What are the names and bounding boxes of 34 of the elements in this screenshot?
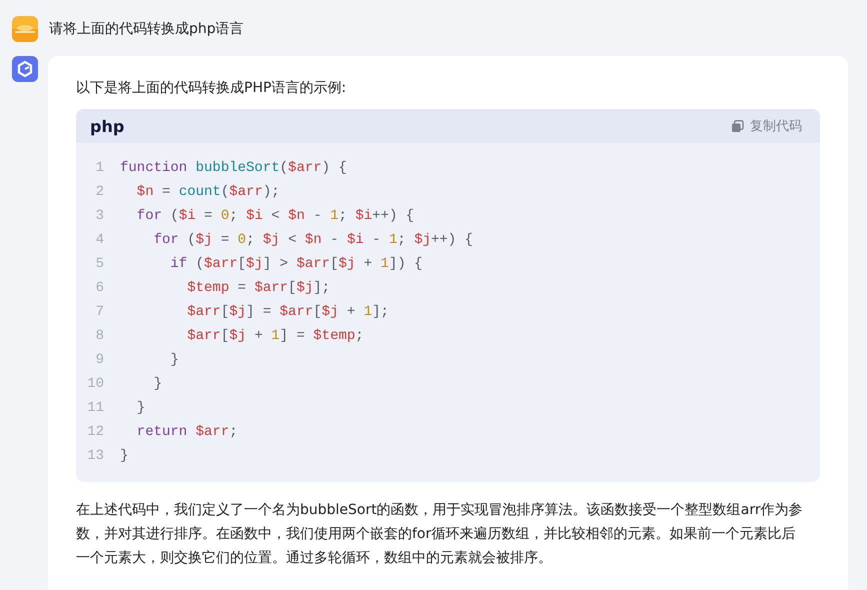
line-number: 9 [94, 352, 105, 368]
code-line: return $arr; [136, 424, 238, 440]
line-number: 4 [94, 232, 105, 248]
line-number: 6 [94, 280, 105, 296]
code-line: $temp = $arr[$j]; [186, 280, 330, 296]
code-line: $arr[$j] = $arr[$j + 1]; [186, 304, 389, 320]
line-number: 2 [94, 184, 105, 200]
line-number: 10 [86, 376, 105, 392]
code-line: for ($j = 0; $j < $n - $i - 1; $j++) { [152, 232, 474, 248]
code-line: $arr[$j + 1] = $temp; [186, 328, 364, 344]
line-number: 11 [86, 400, 105, 416]
line-number: 1 [94, 160, 105, 176]
code-language: php [90, 116, 124, 136]
user-message: 请将上面的代码转换成php语言 [49, 20, 244, 38]
user-avatar [12, 16, 38, 42]
line-number: 12 [86, 424, 105, 440]
bot-avatar [12, 56, 38, 82]
answer-intro: 以下是将上面的代码转换成PHP语言的示例: [76, 79, 348, 98]
code-line: } [136, 400, 146, 416]
code-line: if ($arr[$j] > $arr[$j + 1]) { [169, 256, 423, 272]
copy-icon [731, 120, 744, 132]
code-line: } [120, 448, 128, 464]
line-number: 7 [94, 304, 105, 320]
code-line: } [152, 376, 162, 392]
line-number: 3 [94, 208, 105, 224]
line-number: 13 [86, 448, 105, 464]
code-line: for ($i = 0; $i < $n - 1; $i++) { [136, 208, 414, 224]
copy-code-button[interactable]: 复制代码 [731, 115, 802, 137]
answer-explanation: 在上述代码中，我们定义了一个名为bubbleSort的函数，用于实现冒泡排序算法。该函数接受一个整型数组arr作为参数，并对其进行排序。在函数中，我们使用两个嵌套的for循环来遍历数组，并比较相邻的元素。如果前一个元素比后一个元素大，则交换它们的位置。通过多轮循环，数组中的元素就会被排序。 [76, 501, 804, 568]
code-line: } [169, 352, 179, 368]
code-line: $n = count($arr); [136, 184, 280, 200]
line-number: 5 [94, 256, 105, 272]
line-number: 8 [94, 328, 105, 344]
code-line: function bubbleSort($arr) { [120, 160, 347, 176]
